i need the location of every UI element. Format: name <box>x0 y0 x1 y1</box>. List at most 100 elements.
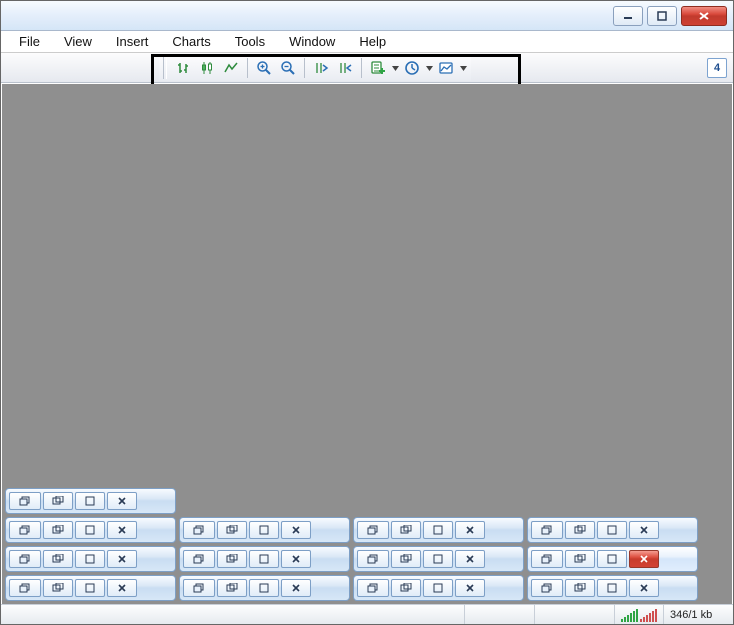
mdi-cascade-button[interactable] <box>217 521 247 539</box>
mdi-cascade-button[interactable] <box>43 492 73 510</box>
line-chart-button[interactable] <box>220 57 242 79</box>
mdi-restore-button[interactable] <box>9 492 41 510</box>
toolbar-grip[interactable] <box>163 57 167 79</box>
auto-scroll-button[interactable] <box>310 57 332 79</box>
cascade-icon <box>52 525 64 535</box>
candlestick-chart-button[interactable] <box>196 57 218 79</box>
mdi-close-button[interactable] <box>455 550 485 568</box>
mdi-restore-button[interactable] <box>9 521 41 539</box>
mdi-minimized-window[interactable] <box>179 575 350 601</box>
mdi-restore-button[interactable] <box>357 579 389 597</box>
mdi-maximize-button[interactable] <box>249 579 279 597</box>
mdi-close-button[interactable] <box>281 579 311 597</box>
mdi-cascade-button[interactable] <box>565 550 595 568</box>
signal-bars-icon <box>621 608 657 622</box>
mdi-restore-button[interactable] <box>183 550 215 568</box>
mdi-restore-button[interactable] <box>357 521 389 539</box>
window-minimize-button[interactable] <box>613 6 643 26</box>
menu-window[interactable]: Window <box>279 32 345 51</box>
toolbar-badge[interactable]: 4 <box>707 58 727 78</box>
mdi-close-button[interactable] <box>455 579 485 597</box>
mdi-restore-button[interactable] <box>183 579 215 597</box>
mdi-cascade-button[interactable] <box>391 521 421 539</box>
mdi-minimized-window[interactable] <box>5 517 176 543</box>
mdi-minimized-window[interactable] <box>527 546 698 572</box>
window-maximize-button[interactable] <box>647 6 677 26</box>
mdi-maximize-button[interactable] <box>75 550 105 568</box>
maximize-icon <box>258 554 270 564</box>
status-spacer <box>1 605 464 624</box>
indicators-list-button[interactable] <box>367 57 389 79</box>
bar-chart-button[interactable] <box>172 57 194 79</box>
mdi-restore-button[interactable] <box>9 550 41 568</box>
mdi-maximize-button[interactable] <box>75 521 105 539</box>
mdi-restore-button[interactable] <box>9 579 41 597</box>
mdi-maximize-button[interactable] <box>597 521 627 539</box>
close-icon <box>465 583 475 593</box>
mdi-close-button[interactable] <box>281 550 311 568</box>
mdi-minimized-window[interactable] <box>179 546 350 572</box>
templates-dropdown-arrow[interactable] <box>459 57 467 79</box>
mdi-close-button[interactable] <box>455 521 485 539</box>
mdi-maximize-button[interactable] <box>423 550 453 568</box>
mdi-close-button[interactable] <box>107 550 137 568</box>
status-bandwidth: 346/1 kb <box>663 605 733 624</box>
mdi-minimized-window[interactable] <box>353 546 524 572</box>
menu-tools[interactable]: Tools <box>225 32 275 51</box>
mdi-close-button[interactable] <box>107 579 137 597</box>
mdi-minimized-window[interactable] <box>179 517 350 543</box>
menu-view[interactable]: View <box>54 32 102 51</box>
mdi-restore-button[interactable] <box>183 521 215 539</box>
mdi-minimized-window[interactable] <box>353 517 524 543</box>
mdi-minimized-window[interactable] <box>5 546 176 572</box>
mdi-close-button[interactable] <box>629 579 659 597</box>
mdi-close-button[interactable] <box>629 550 659 568</box>
close-icon <box>639 583 649 593</box>
mdi-minimized-window[interactable] <box>5 575 176 601</box>
mdi-restore-button[interactable] <box>531 521 563 539</box>
mdi-minimized-window[interactable] <box>527 517 698 543</box>
mdi-cascade-button[interactable] <box>43 550 73 568</box>
mdi-close-button[interactable] <box>107 492 137 510</box>
menu-charts[interactable]: Charts <box>162 32 220 51</box>
mdi-cascade-button[interactable] <box>391 550 421 568</box>
menu-help[interactable]: Help <box>349 32 396 51</box>
mdi-minimized-window[interactable] <box>527 575 698 601</box>
mdi-maximize-button[interactable] <box>249 550 279 568</box>
mdi-cascade-button[interactable] <box>217 579 247 597</box>
mdi-maximize-button[interactable] <box>597 550 627 568</box>
mdi-maximize-button[interactable] <box>249 521 279 539</box>
indicators-dropdown-arrow[interactable] <box>391 57 399 79</box>
close-icon <box>698 11 710 21</box>
periodicity-button[interactable] <box>401 57 423 79</box>
zoom-out-button[interactable] <box>277 57 299 79</box>
mdi-cascade-button[interactable] <box>391 579 421 597</box>
mdi-maximize-button[interactable] <box>75 492 105 510</box>
mdi-close-button[interactable] <box>107 521 137 539</box>
mdi-minimized-window[interactable] <box>353 575 524 601</box>
templates-button[interactable] <box>435 57 457 79</box>
mdi-close-button[interactable] <box>281 521 311 539</box>
cascade-icon <box>52 554 64 564</box>
periodicity-dropdown-arrow[interactable] <box>425 57 433 79</box>
cascade-icon <box>52 496 64 506</box>
mdi-cascade-button[interactable] <box>217 550 247 568</box>
mdi-maximize-button[interactable] <box>75 579 105 597</box>
mdi-maximize-button[interactable] <box>423 579 453 597</box>
mdi-restore-button[interactable] <box>531 550 563 568</box>
mdi-restore-button[interactable] <box>531 579 563 597</box>
mdi-cascade-button[interactable] <box>565 579 595 597</box>
mdi-cascade-button[interactable] <box>43 579 73 597</box>
mdi-cascade-button[interactable] <box>43 521 73 539</box>
mdi-close-button[interactable] <box>629 521 659 539</box>
menu-insert[interactable]: Insert <box>106 32 159 51</box>
mdi-maximize-button[interactable] <box>423 521 453 539</box>
zoom-in-button[interactable] <box>253 57 275 79</box>
chart-shift-button[interactable] <box>334 57 356 79</box>
window-close-button[interactable] <box>681 6 727 26</box>
mdi-maximize-button[interactable] <box>597 579 627 597</box>
mdi-cascade-button[interactable] <box>565 521 595 539</box>
mdi-minimized-window[interactable] <box>5 488 176 514</box>
menu-file[interactable]: File <box>9 32 50 51</box>
mdi-restore-button[interactable] <box>357 550 389 568</box>
